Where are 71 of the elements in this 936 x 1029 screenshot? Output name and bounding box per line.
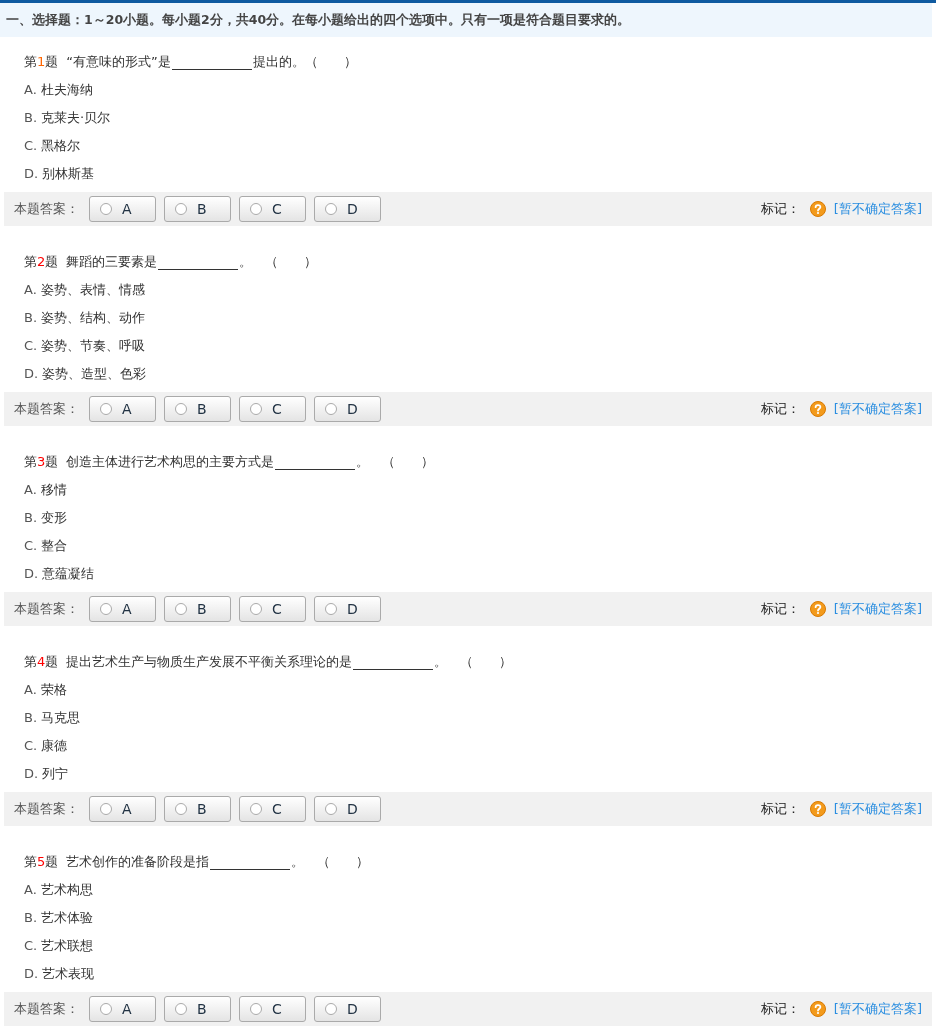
answer-button[interactable]: D bbox=[314, 196, 381, 222]
question-stem: 艺术创作的准备阶段是指 bbox=[66, 853, 210, 871]
section-header: 一、选择题：1～20小题。每小题2分，共40分。在每小题给出的四个选项中。只有一项是符合题目要求的。 bbox=[0, 3, 932, 37]
answer-button[interactable]: A bbox=[89, 596, 156, 622]
option-text: A. 杜夫海纳 bbox=[24, 81, 93, 99]
option-text: A. 荣格 bbox=[24, 681, 67, 699]
answer-button[interactable]: C bbox=[239, 996, 306, 1022]
question-number: 第4题 bbox=[24, 653, 59, 671]
answer-label: 本题答案： bbox=[14, 200, 79, 218]
help-icon bbox=[809, 401, 826, 417]
answer-button[interactable]: D bbox=[314, 596, 381, 622]
help-icon bbox=[809, 601, 826, 617]
question-stem: 舞蹈的三要素是 bbox=[66, 253, 158, 271]
answer-button[interactable]: B bbox=[164, 996, 231, 1022]
option-text: D. 别林斯基 bbox=[24, 165, 95, 183]
question-stem: 创造主体进行艺术构思的主要方式是 bbox=[66, 453, 275, 471]
option-text: A. 艺术构思 bbox=[24, 881, 93, 899]
answer-button[interactable]: C bbox=[239, 396, 306, 422]
question-number: 第1题 bbox=[24, 53, 59, 71]
option-text: D. 姿势、造型、色彩 bbox=[24, 365, 147, 383]
answer-button[interactable]: B bbox=[164, 196, 231, 222]
answer-button[interactable]: D bbox=[314, 996, 381, 1022]
option-text: C. 整合 bbox=[24, 537, 68, 555]
question-stem: 。 （ ） bbox=[291, 853, 370, 871]
answer-button[interactable]: D bbox=[314, 796, 381, 822]
answer-button[interactable]: A bbox=[89, 396, 156, 422]
option-text: B. 克莱夫·贝尔 bbox=[24, 109, 111, 127]
option-text: C. 姿势、节奏、呼吸 bbox=[24, 337, 146, 355]
answer-label: 本题答案： bbox=[14, 1000, 79, 1018]
answer-button[interactable]: A bbox=[89, 996, 156, 1022]
question-number: 第5题 bbox=[24, 853, 59, 871]
question-number: 第3题 bbox=[24, 453, 59, 471]
question-stem: 提出艺术生产与物质生产发展不平衡关系理论的是 bbox=[66, 653, 353, 671]
mark-label: 标记： bbox=[760, 600, 800, 618]
question-stem: 提出的。（ ） bbox=[252, 53, 357, 71]
question-stem: 。 （ ） bbox=[434, 653, 513, 671]
option-text: A. 姿势、表情、情感 bbox=[24, 281, 145, 299]
answer-button[interactable]: B bbox=[164, 596, 231, 622]
option-text: A. 移情 bbox=[24, 481, 67, 499]
help-icon bbox=[809, 801, 826, 817]
question-stem: 。 （ ） bbox=[356, 453, 435, 471]
answer-button[interactable]: C bbox=[239, 196, 306, 222]
option-text: B. 艺术体验 bbox=[24, 909, 94, 927]
mark-label: 标记： bbox=[760, 200, 800, 218]
mark-label: 标记： bbox=[760, 400, 800, 418]
mark-label: 标记： bbox=[760, 1000, 800, 1018]
answer-button[interactable]: A bbox=[89, 796, 156, 822]
question-stem: 。 （ ） bbox=[239, 253, 318, 271]
help-icon bbox=[809, 1001, 826, 1017]
answer-button[interactable]: D bbox=[314, 396, 381, 422]
question-stem: “有意味的形式”是 bbox=[66, 53, 171, 71]
option-text: B. 姿势、结构、动作 bbox=[24, 309, 146, 327]
answer-label: 本题答案： bbox=[14, 400, 79, 418]
option-text: D. 列宁 bbox=[24, 765, 69, 783]
answer-button[interactable]: C bbox=[239, 796, 306, 822]
answer-label: 本题答案： bbox=[14, 800, 79, 818]
answer-button[interactable]: C bbox=[239, 596, 306, 622]
answer-button[interactable]: B bbox=[164, 796, 231, 822]
help-icon bbox=[809, 201, 826, 217]
option-text: B. 马克思 bbox=[24, 709, 81, 727]
option-text: B. 变形 bbox=[24, 509, 68, 527]
question-number: 第2题 bbox=[24, 253, 59, 271]
option-text: C. 黑格尔 bbox=[24, 137, 81, 155]
answer-label: 本题答案： bbox=[14, 600, 79, 618]
option-text: C. 艺术联想 bbox=[24, 937, 94, 955]
option-text: C. 康德 bbox=[24, 737, 68, 755]
answer-button[interactable]: A bbox=[89, 196, 156, 222]
answer-button[interactable]: B bbox=[164, 396, 231, 422]
option-text: D. 艺术表现 bbox=[24, 965, 95, 983]
option-text: D. 意蕴凝结 bbox=[24, 565, 95, 583]
mark-label: 标记： bbox=[760, 800, 800, 818]
